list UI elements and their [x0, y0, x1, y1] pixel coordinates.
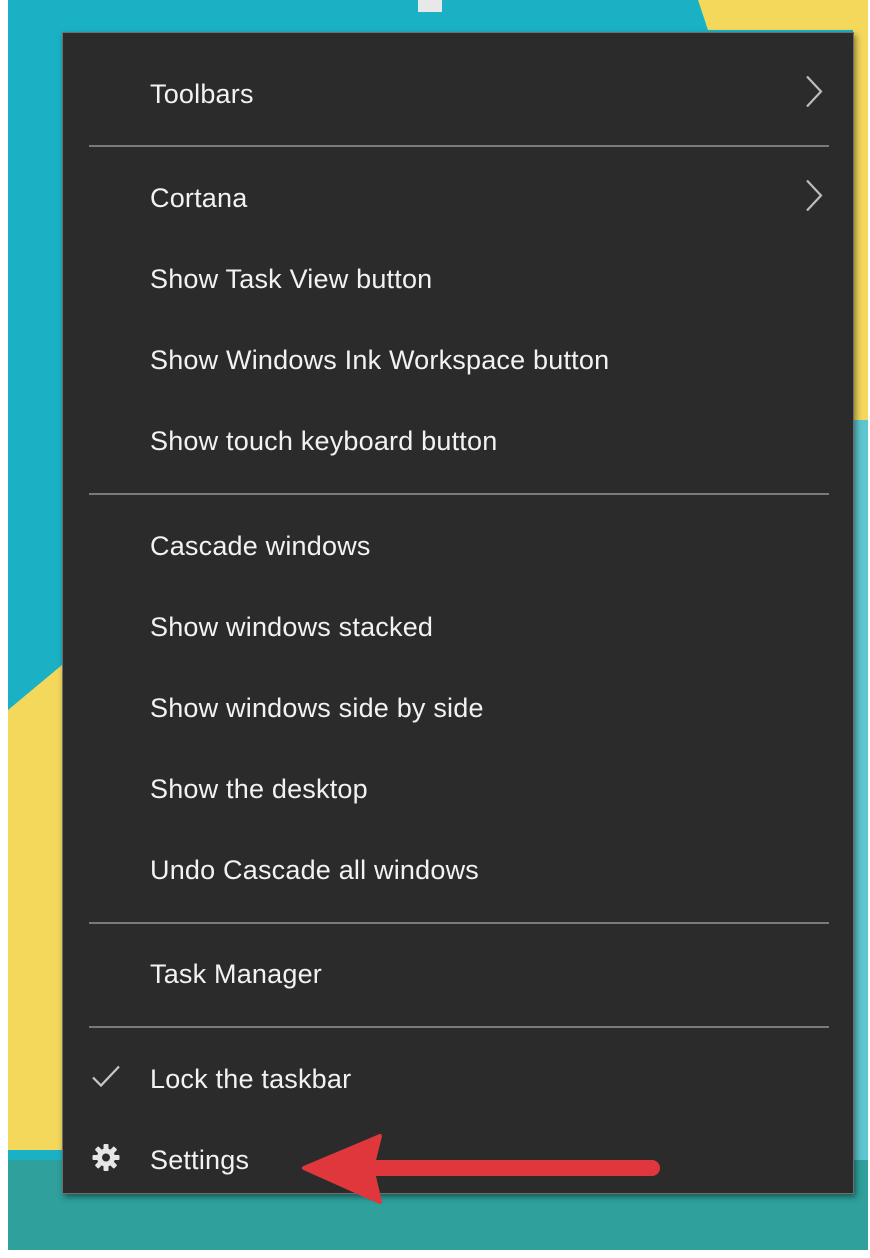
- menu-item-lock-the-taskbar[interactable]: Lock the taskbar: [63, 1039, 853, 1119]
- checkmark-icon: [91, 1065, 121, 1094]
- menu-item-show-windows-stacked[interactable]: Show windows stacked: [63, 587, 853, 667]
- arrow-left-icon: [300, 1130, 670, 1215]
- menu-item-label: Show the desktop: [150, 773, 368, 804]
- menu-item-cascade-windows[interactable]: Cascade windows: [63, 506, 853, 586]
- menu-item-label: Show windows stacked: [150, 611, 434, 642]
- menu-item-label: Show Windows Ink Workspace button: [150, 344, 610, 375]
- menu-separator: [89, 1026, 829, 1028]
- menu-item-task-manager[interactable]: Task Manager: [63, 934, 853, 1014]
- menu-item-label: Task Manager: [150, 958, 322, 989]
- taskbar-context-menu: Toolbars Cortana Show Task View button S…: [62, 32, 854, 1194]
- menu-item-show-windows-side-by-side[interactable]: Show windows side by side: [63, 668, 853, 748]
- menu-item-show-the-desktop[interactable]: Show the desktop: [63, 749, 853, 829]
- menu-item-show-task-view-button[interactable]: Show Task View button: [63, 239, 853, 319]
- gear-icon: [91, 1143, 121, 1178]
- menu-item-label: Cascade windows: [150, 530, 371, 561]
- menu-item-label: Show Task View button: [150, 263, 433, 294]
- menu-item-label: Show windows side by side: [150, 692, 484, 723]
- menu-item-show-touch-keyboard-button[interactable]: Show touch keyboard button: [63, 401, 853, 481]
- menu-item-cortana[interactable]: Cortana: [63, 158, 853, 238]
- chevron-right-icon: [804, 179, 824, 218]
- menu-separator: [89, 493, 829, 495]
- menu-separator: [89, 922, 829, 924]
- menu-item-label: Settings: [150, 1144, 250, 1175]
- menu-item-undo-cascade-all-windows[interactable]: Undo Cascade all windows: [63, 830, 853, 910]
- menu-item-label: Show touch keyboard button: [150, 425, 498, 456]
- menu-separator: [89, 145, 829, 147]
- menu-item-label: Undo Cascade all windows: [150, 854, 479, 885]
- menu-item-toolbars[interactable]: Toolbars: [63, 54, 853, 134]
- menu-item-label: Cortana: [150, 182, 248, 213]
- chevron-right-icon: [804, 75, 824, 114]
- menu-item-show-windows-ink-workspace-button[interactable]: Show Windows Ink Workspace button: [63, 320, 853, 400]
- menu-item-label: Lock the taskbar: [150, 1063, 352, 1094]
- menu-item-label: Toolbars: [150, 78, 254, 109]
